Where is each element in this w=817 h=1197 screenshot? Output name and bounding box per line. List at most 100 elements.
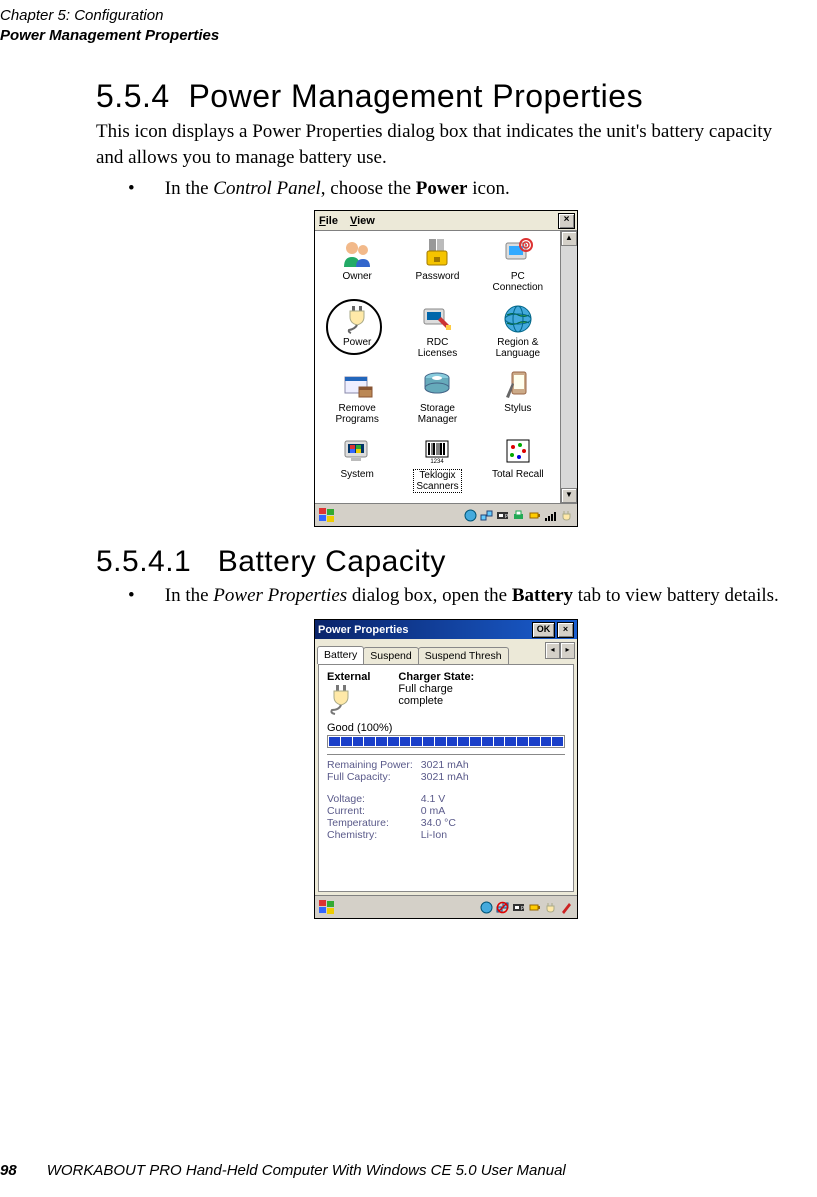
bullet-554: In the Control Panel, choose the Power i… bbox=[128, 178, 796, 200]
cp-item-label: System bbox=[340, 469, 373, 480]
charger-state-label: Charger State: bbox=[398, 671, 474, 683]
running-header: Chapter 5: Configuration Power Managemen… bbox=[0, 6, 219, 45]
voltage-value: 4.1 V bbox=[421, 793, 477, 805]
cp-body: Owner Password PC Connection Power bbox=[315, 231, 577, 503]
teklogix-scanners-icon: 1234 bbox=[421, 435, 453, 467]
power-highlight-circle bbox=[326, 299, 382, 355]
tray-printer-icon[interactable] bbox=[512, 509, 525, 522]
plug-icon bbox=[327, 683, 355, 715]
scrollbar[interactable]: ▲ ▼ bbox=[560, 231, 577, 503]
tray-plug-icon[interactable] bbox=[560, 509, 573, 522]
bullet-5541: In the Power Properties dialog box, open… bbox=[128, 585, 796, 607]
owner-icon bbox=[341, 237, 373, 269]
remaining-power-value: 3021 mAh bbox=[421, 759, 477, 771]
cp-item-power[interactable]: Power bbox=[317, 301, 397, 367]
cp-item-system[interactable]: System bbox=[317, 433, 397, 499]
system-tray: P bbox=[464, 509, 573, 522]
tab-strip: Battery Suspend Suspend Thresh ◂ ▸ bbox=[315, 639, 577, 664]
bullet-pre: In the bbox=[165, 585, 214, 606]
menu-view[interactable]: View bbox=[350, 215, 375, 227]
svg-text:P: P bbox=[505, 514, 509, 520]
cp-item-total-recall[interactable]: Total Recall bbox=[478, 433, 558, 499]
icon-grid: Owner Password PC Connection Power bbox=[315, 231, 560, 503]
chemistry-value: Li-Ion bbox=[421, 829, 477, 841]
tab-battery[interactable]: Battery bbox=[317, 646, 364, 664]
temperature-label: Temperature: bbox=[327, 817, 421, 829]
menu-file[interactable]: File bbox=[319, 215, 338, 227]
power-properties-dialog: Power Properties OK × Battery Suspend Su… bbox=[314, 619, 578, 919]
heading-554-num: 5.5.4 bbox=[96, 78, 170, 114]
rdc-licenses-icon bbox=[421, 303, 453, 335]
separator bbox=[327, 754, 565, 755]
battery-progress-bar bbox=[327, 735, 565, 748]
cp-item-pc-connection[interactable]: PC Connection bbox=[478, 235, 558, 301]
scroll-down-arrow-icon[interactable]: ▼ bbox=[561, 488, 577, 503]
tray-signal-icon[interactable] bbox=[544, 509, 557, 522]
chemistry-label: Chemistry: bbox=[327, 829, 421, 841]
full-capacity-value: 3021 mAh bbox=[421, 771, 477, 783]
tab-suspend[interactable]: Suspend bbox=[363, 647, 418, 664]
system-icon bbox=[341, 435, 373, 467]
charger-state-block: Charger State: Full charge complete bbox=[398, 671, 474, 718]
tray-battery-icon[interactable] bbox=[528, 509, 541, 522]
cp-item-storage-manager[interactable]: Storage Manager bbox=[397, 367, 477, 433]
tab-scroll-arrows: ◂ ▸ bbox=[545, 642, 575, 659]
stylus-icon bbox=[502, 369, 534, 401]
cp-item-label: Password bbox=[416, 271, 460, 282]
battery-stats: Remaining Power:3021 mAh Full Capacity:3… bbox=[327, 759, 565, 841]
tray-globe-icon[interactable] bbox=[464, 509, 477, 522]
cp-item-label: Region & Language bbox=[496, 337, 541, 359]
ok-button[interactable]: OK bbox=[532, 622, 555, 638]
storage-manager-icon bbox=[421, 369, 453, 401]
bullet-italic: Power Properties bbox=[213, 585, 347, 606]
bullet-mid: dialog box, open the bbox=[347, 585, 512, 606]
close-button[interactable]: × bbox=[557, 622, 574, 638]
svg-text:1234: 1234 bbox=[431, 459, 445, 465]
start-button[interactable] bbox=[319, 508, 337, 523]
tray-stylus-icon[interactable] bbox=[560, 901, 573, 914]
tray-battery-icon[interactable] bbox=[528, 901, 541, 914]
tray-plug-icon[interactable] bbox=[544, 901, 557, 914]
bullet-list-554: In the Control Panel, choose the Power i… bbox=[128, 178, 796, 200]
titlebar: Power Properties OK × bbox=[315, 620, 577, 639]
heading-5541-title: Battery Capacity bbox=[218, 545, 446, 578]
tray-pccard-icon[interactable]: P bbox=[512, 901, 525, 914]
footer-text: WORKABOUT PRO Hand-Held Computer With Wi… bbox=[47, 1162, 566, 1179]
cp-item-remove-programs[interactable]: Remove Programs bbox=[317, 367, 397, 433]
tab-suspend-threshold[interactable]: Suspend Thresh bbox=[418, 647, 509, 664]
cp-item-label: PC Connection bbox=[493, 271, 544, 293]
bullet-bold: Battery bbox=[512, 585, 573, 606]
cp-item-region-language[interactable]: Region & Language bbox=[478, 301, 558, 367]
external-block: External bbox=[327, 671, 370, 718]
cp-item-rdc-licenses[interactable]: RDC Licenses bbox=[397, 301, 477, 367]
scroll-up-arrow-icon[interactable]: ▲ bbox=[561, 231, 577, 246]
full-capacity-label: Full Capacity: bbox=[327, 771, 421, 783]
close-button[interactable]: × bbox=[558, 213, 575, 229]
cp-item-label: Total Recall bbox=[492, 469, 544, 480]
cp-item-password[interactable]: Password bbox=[397, 235, 477, 301]
taskbar: P bbox=[315, 895, 577, 918]
header-chapter: Chapter 5: Configuration bbox=[0, 6, 219, 26]
voltage-label: Voltage: bbox=[327, 793, 421, 805]
heading-554: 5.5.4 Power Management Properties bbox=[96, 78, 796, 115]
cp-item-teklogix-scanners[interactable]: 1234 Teklogix Scanners bbox=[397, 433, 477, 499]
cp-item-owner[interactable]: Owner bbox=[317, 235, 397, 301]
current-label: Current: bbox=[327, 805, 421, 817]
heading-5541-num: 5.5.4.1 bbox=[96, 545, 191, 578]
bullet-pre: In the bbox=[165, 178, 214, 199]
cp-item-stylus[interactable]: Stylus bbox=[478, 367, 558, 433]
start-button[interactable] bbox=[319, 900, 337, 915]
tray-pccard-icon[interactable]: P bbox=[496, 509, 509, 522]
tab-scroll-left-icon[interactable]: ◂ bbox=[545, 642, 560, 659]
charger-state-value: Full charge complete bbox=[398, 683, 474, 707]
cp-item-label: Remove Programs bbox=[335, 403, 378, 425]
bullet-bold: Power bbox=[416, 178, 468, 199]
cp-item-label: Stylus bbox=[504, 403, 531, 414]
temperature-value: 34.0 °C bbox=[421, 817, 477, 829]
tray-globe-icon[interactable] bbox=[480, 901, 493, 914]
bullet-list-5541: In the Power Properties dialog box, open… bbox=[128, 585, 796, 607]
tray-network-icon[interactable] bbox=[496, 901, 509, 914]
pc-connection-icon bbox=[502, 237, 534, 269]
tab-scroll-right-icon[interactable]: ▸ bbox=[560, 642, 575, 659]
tray-network-icon[interactable] bbox=[480, 509, 493, 522]
